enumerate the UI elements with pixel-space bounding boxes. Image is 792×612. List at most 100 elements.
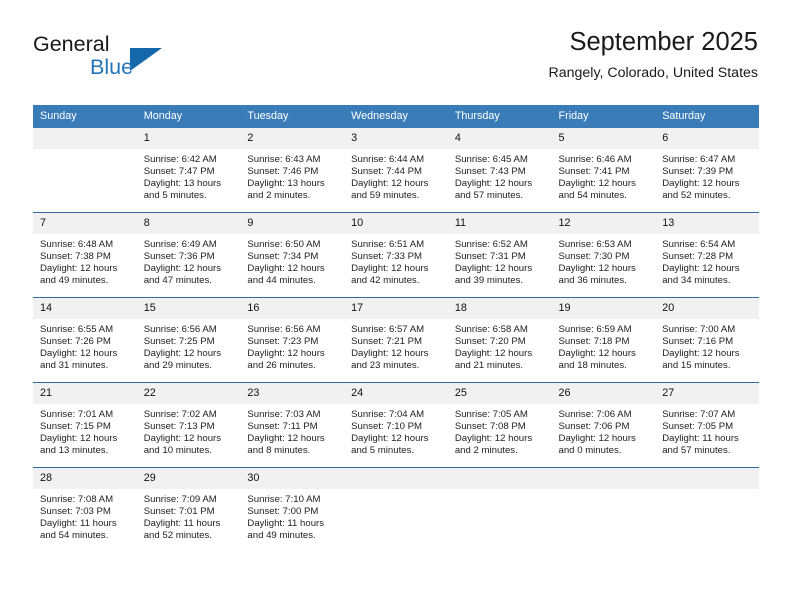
- day-details: Sunrise: 6:44 AM Sunset: 7:44 PM Daylight:…: [344, 149, 448, 202]
- day-cell-inner: 15 Sunrise: 6:56 AM Sunset: 7:25 PM Dayligh…: [136, 298, 241, 382]
- daylight-text-line2: and 34 minutes.: [662, 274, 731, 286]
- day-details: Sunrise: 7:10 AM Sunset: 7:00 PM Daylight:…: [240, 489, 344, 542]
- calendar-day-cell-empty: [344, 467, 448, 552]
- logo-text-general: General: [33, 32, 110, 56]
- calendar-day-cell[interactable]: 10 Sunrise: 6:51 AM Sunset: 7:33 PM Dayligh…: [344, 212, 448, 298]
- calendar-day-cell[interactable]: 9 Sunrise: 6:50 AM Sunset: 7:34 PM Daylight…: [240, 212, 345, 298]
- day-number: 22: [136, 383, 241, 404]
- calendar-day-cell[interactable]: 4 Sunrise: 6:45 AM Sunset: 7:43 PM Daylight…: [447, 128, 552, 213]
- calendar-day-cell[interactable]: 12 Sunrise: 6:53 AM Sunset: 7:30 PM Dayligh…: [551, 212, 656, 298]
- day-number: 5: [551, 128, 656, 149]
- calendar-day-cell[interactable]: 6 Sunrise: 6:47 AM Sunset: 7:39 PM Daylight…: [655, 128, 759, 213]
- day-details: Sunrise: 6:48 AM Sunset: 7:38 PM Daylight:…: [33, 234, 137, 287]
- day-number: 12: [551, 213, 656, 234]
- calendar-day-cell[interactable]: 22 Sunrise: 7:02 AM Sunset: 7:13 PM Dayligh…: [136, 382, 241, 468]
- sunset-text: Sunset: 7:34 PM: [247, 250, 319, 262]
- day-cell-inner: 30 Sunrise: 7:10 AM Sunset: 7:00 PM Dayligh…: [240, 468, 345, 552]
- day-number: [447, 468, 552, 489]
- daylight-text-line1: Daylight: 12 hours: [662, 347, 740, 359]
- daylight-text-line1: Daylight: 12 hours: [40, 347, 118, 359]
- sunrise-text: Sunrise: 6:54 AM: [662, 239, 736, 250]
- daylight-text-line1: Daylight: 12 hours: [247, 347, 325, 359]
- calendar-day-cell[interactable]: 29 Sunrise: 7:09 AM Sunset: 7:01 PM Dayligh…: [136, 467, 241, 552]
- daylight-text-line2: and 5 minutes.: [351, 444, 415, 456]
- day-number: 21: [33, 383, 137, 404]
- sunrise-text: Sunrise: 6:58 AM: [454, 324, 528, 335]
- calendar-day-cell[interactable]: 15 Sunrise: 6:56 AM Sunset: 7:25 PM Dayligh…: [136, 297, 241, 383]
- calendar-day-cell[interactable]: 28 Sunrise: 7:08 AM Sunset: 7:03 PM Dayligh…: [33, 467, 137, 552]
- day-cell-inner: 21 Sunrise: 7:01 AM Sunset: 7:15 PM Dayligh…: [33, 383, 137, 467]
- calendar-day-cell[interactable]: 7 Sunrise: 6:48 AM Sunset: 7:38 PM Daylight…: [33, 212, 137, 298]
- calendar-week-row: 21 Sunrise: 7:01 AM Sunset: 7:15 PM Dayligh…: [33, 382, 759, 468]
- sunset-text: Sunset: 7:18 PM: [558, 335, 630, 347]
- day-details: Sunrise: 6:42 AM Sunset: 7:47 PM Daylight:…: [137, 149, 241, 202]
- daylight-text-line2: and 52 minutes.: [143, 529, 212, 541]
- calendar-day-cell[interactable]: 26 Sunrise: 7:06 AM Sunset: 7:06 PM Dayligh…: [551, 382, 656, 468]
- calendar-body: 1 Sunrise: 6:42 AM Sunset: 7:47 PM Daylight…: [33, 128, 759, 552]
- day-details: Sunrise: 7:02 AM Sunset: 7:13 PM Daylight:…: [137, 404, 241, 457]
- day-details: Sunrise: 6:49 AM Sunset: 7:36 PM Daylight:…: [137, 234, 241, 287]
- day-number: 17: [344, 298, 448, 319]
- calendar-day-cell[interactable]: 3 Sunrise: 6:44 AM Sunset: 7:44 PM Daylight…: [344, 128, 448, 213]
- day-cell-inner: 27 Sunrise: 7:07 AM Sunset: 7:05 PM Dayligh…: [655, 383, 759, 467]
- calendar-table: Sunday Monday Tuesday Wednesday Thursday…: [33, 105, 759, 552]
- daylight-text-line1: Daylight: 12 hours: [351, 432, 429, 444]
- daylight-text-line2: and 57 minutes.: [662, 444, 731, 456]
- day-number: 18: [447, 298, 552, 319]
- calendar-day-cell[interactable]: 13 Sunrise: 6:54 AM Sunset: 7:28 PM Dayligh…: [655, 212, 759, 298]
- calendar-day-cell[interactable]: 23 Sunrise: 7:03 AM Sunset: 7:11 PM Dayligh…: [240, 382, 345, 468]
- sunrise-text: Sunrise: 6:42 AM: [143, 154, 217, 165]
- calendar-grid: Sunday Monday Tuesday Wednesday Thursday…: [33, 105, 759, 552]
- daylight-text-line2: and 49 minutes.: [247, 529, 316, 541]
- day-cell-inner: 14 Sunrise: 6:55 AM Sunset: 7:26 PM Dayligh…: [33, 298, 137, 382]
- calendar-day-cell[interactable]: 16 Sunrise: 6:56 AM Sunset: 7:23 PM Dayligh…: [240, 297, 345, 383]
- weekday-header-tuesday: Tuesday: [240, 105, 345, 128]
- daylight-text-line2: and 2 minutes.: [247, 189, 311, 201]
- calendar-day-cell[interactable]: 1 Sunrise: 6:42 AM Sunset: 7:47 PM Daylight…: [136, 128, 241, 213]
- calendar-day-cell[interactable]: 24 Sunrise: 7:04 AM Sunset: 7:10 PM Dayligh…: [344, 382, 448, 468]
- day-details: Sunrise: 6:53 AM Sunset: 7:30 PM Daylight:…: [552, 234, 656, 287]
- daylight-text-line2: and 59 minutes.: [351, 189, 420, 201]
- day-details: Sunrise: 6:47 AM Sunset: 7:39 PM Daylight:…: [655, 149, 759, 202]
- daylight-text-line1: Daylight: 12 hours: [454, 262, 533, 274]
- weekday-header-monday: Monday: [136, 105, 241, 128]
- day-details: Sunrise: 6:56 AM Sunset: 7:25 PM Daylight:…: [137, 319, 241, 372]
- calendar-day-cell[interactable]: 27 Sunrise: 7:07 AM Sunset: 7:05 PM Dayligh…: [655, 382, 759, 468]
- calendar-day-cell[interactable]: 11 Sunrise: 6:52 AM Sunset: 7:31 PM Dayligh…: [447, 212, 552, 298]
- day-details: Sunrise: 7:08 AM Sunset: 7:03 PM Daylight:…: [33, 489, 137, 542]
- calendar-day-cell[interactable]: 2 Sunrise: 6:43 AM Sunset: 7:46 PM Daylight…: [240, 128, 345, 213]
- calendar-day-cell[interactable]: 18 Sunrise: 6:58 AM Sunset: 7:20 PM Dayligh…: [447, 297, 552, 383]
- day-cell-inner: 20 Sunrise: 7:00 AM Sunset: 7:16 PM Dayligh…: [655, 298, 759, 382]
- day-details: Sunrise: 6:43 AM Sunset: 7:46 PM Daylight:…: [240, 149, 344, 202]
- day-cell-inner: [655, 468, 759, 552]
- sunset-text: Sunset: 7:16 PM: [662, 335, 734, 347]
- day-number: 11: [447, 213, 552, 234]
- calendar-day-cell[interactable]: 30 Sunrise: 7:10 AM Sunset: 7:00 PM Dayligh…: [240, 467, 345, 552]
- calendar-day-cell[interactable]: 8 Sunrise: 6:49 AM Sunset: 7:36 PM Daylight…: [136, 212, 241, 298]
- sunrise-text: Sunrise: 7:07 AM: [662, 409, 736, 420]
- sunrise-text: Sunrise: 6:48 AM: [40, 239, 114, 250]
- calendar-day-cell[interactable]: 25 Sunrise: 7:05 AM Sunset: 7:08 PM Dayligh…: [447, 382, 552, 468]
- sunset-text: Sunset: 7:26 PM: [40, 335, 111, 347]
- calendar-day-cell[interactable]: 21 Sunrise: 7:01 AM Sunset: 7:15 PM Dayligh…: [33, 382, 137, 468]
- day-details: Sunrise: 7:03 AM Sunset: 7:11 PM Daylight:…: [240, 404, 344, 457]
- calendar-day-cell[interactable]: 5 Sunrise: 6:46 AM Sunset: 7:41 PM Daylight…: [551, 128, 656, 213]
- day-number: 19: [551, 298, 656, 319]
- logo-triangle-icon: [130, 48, 162, 71]
- sunset-text: Sunset: 7:46 PM: [247, 165, 319, 177]
- sunrise-text: Sunrise: 7:00 AM: [662, 324, 736, 335]
- day-cell-inner: 7 Sunrise: 6:48 AM Sunset: 7:38 PM Daylight…: [33, 213, 137, 297]
- calendar-day-cell[interactable]: 20 Sunrise: 7:00 AM Sunset: 7:16 PM Dayligh…: [655, 297, 759, 383]
- sunset-text: Sunset: 7:39 PM: [662, 165, 734, 177]
- calendar-day-cell[interactable]: 17 Sunrise: 6:57 AM Sunset: 7:21 PM Dayligh…: [344, 297, 448, 383]
- calendar-week-row: 1 Sunrise: 6:42 AM Sunset: 7:47 PM Daylight…: [33, 128, 759, 213]
- day-cell-inner: 9 Sunrise: 6:50 AM Sunset: 7:34 PM Daylight…: [240, 213, 345, 297]
- calendar-day-cell[interactable]: 14 Sunrise: 6:55 AM Sunset: 7:26 PM Dayligh…: [33, 297, 137, 383]
- sunset-text: Sunset: 7:44 PM: [351, 165, 423, 177]
- day-cell-inner: 29 Sunrise: 7:09 AM Sunset: 7:01 PM Dayligh…: [136, 468, 241, 552]
- daylight-text-line2: and 26 minutes.: [247, 359, 316, 371]
- day-cell-inner: 16 Sunrise: 6:56 AM Sunset: 7:23 PM Dayligh…: [240, 298, 345, 382]
- sunset-text: Sunset: 7:31 PM: [454, 250, 526, 262]
- calendar-day-cell[interactable]: 19 Sunrise: 6:59 AM Sunset: 7:18 PM Dayligh…: [551, 297, 656, 383]
- daylight-text-line1: Daylight: 12 hours: [40, 262, 118, 274]
